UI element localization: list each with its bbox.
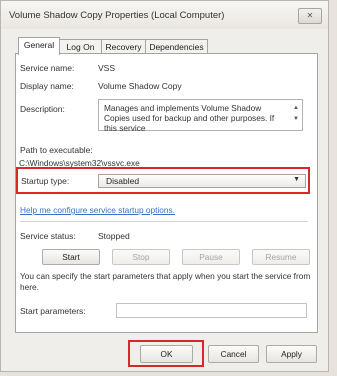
stop-button[interactable]: Stop bbox=[112, 249, 170, 265]
scroll-up-icon[interactable]: ▲ bbox=[293, 105, 299, 111]
service-name-label: Service name: bbox=[20, 63, 75, 73]
start-parameters-label: Start parameters: bbox=[20, 306, 86, 316]
service-status-value: Stopped bbox=[98, 231, 130, 241]
title-bar[interactable]: Volume Shadow Copy Properties (Local Com… bbox=[1, 1, 328, 29]
resume-button[interactable]: Resume bbox=[252, 249, 310, 265]
general-tab-panel: Service name: VSS Display name: Volume S… bbox=[15, 53, 318, 333]
startup-type-value: Disabled bbox=[106, 176, 140, 186]
tab-log-on[interactable]: Log On bbox=[59, 39, 102, 54]
start-parameters-input[interactable] bbox=[116, 303, 307, 318]
cancel-button[interactable]: Cancel bbox=[208, 345, 259, 363]
description-label: Description: bbox=[20, 104, 65, 114]
service-name-value: VSS bbox=[98, 63, 116, 73]
description-scrollbar[interactable]: ▲ ▼ bbox=[292, 103, 300, 127]
pause-button[interactable]: Pause bbox=[182, 249, 240, 265]
chevron-down-icon: ▼ bbox=[293, 176, 300, 183]
service-properties-dialog: Volume Shadow Copy Properties (Local Com… bbox=[0, 0, 329, 372]
description-box[interactable]: Manages and implements Volume Shadow Cop… bbox=[98, 99, 303, 133]
startup-type-select[interactable]: Disabled ▼ bbox=[98, 174, 306, 188]
start-button[interactable]: Start bbox=[42, 249, 100, 265]
apply-button[interactable]: Apply bbox=[266, 345, 317, 363]
description-text: Manages and implements Volume Shadow Cop… bbox=[104, 103, 275, 133]
startup-type-label: Startup type: bbox=[21, 176, 70, 186]
scroll-down-icon[interactable]: ▼ bbox=[293, 116, 299, 122]
close-icon: ✕ bbox=[306, 11, 314, 20]
path-label: Path to executable: bbox=[20, 145, 93, 155]
tab-dependencies[interactable]: Dependencies bbox=[145, 39, 208, 54]
tab-general[interactable]: General bbox=[18, 37, 60, 55]
help-link[interactable]: Help me configure service startup option… bbox=[20, 205, 175, 215]
ok-button[interactable]: OK bbox=[140, 345, 193, 363]
divider bbox=[20, 221, 308, 222]
start-params-info: You can specify the start parameters tha… bbox=[20, 271, 311, 292]
window-title: Volume Shadow Copy Properties (Local Com… bbox=[9, 10, 225, 21]
display-name-value: Volume Shadow Copy bbox=[98, 81, 182, 91]
close-button[interactable]: ✕ bbox=[298, 8, 322, 24]
service-status-label: Service status: bbox=[20, 231, 76, 241]
tab-recovery[interactable]: Recovery bbox=[101, 39, 146, 54]
display-name-label: Display name: bbox=[20, 81, 74, 91]
